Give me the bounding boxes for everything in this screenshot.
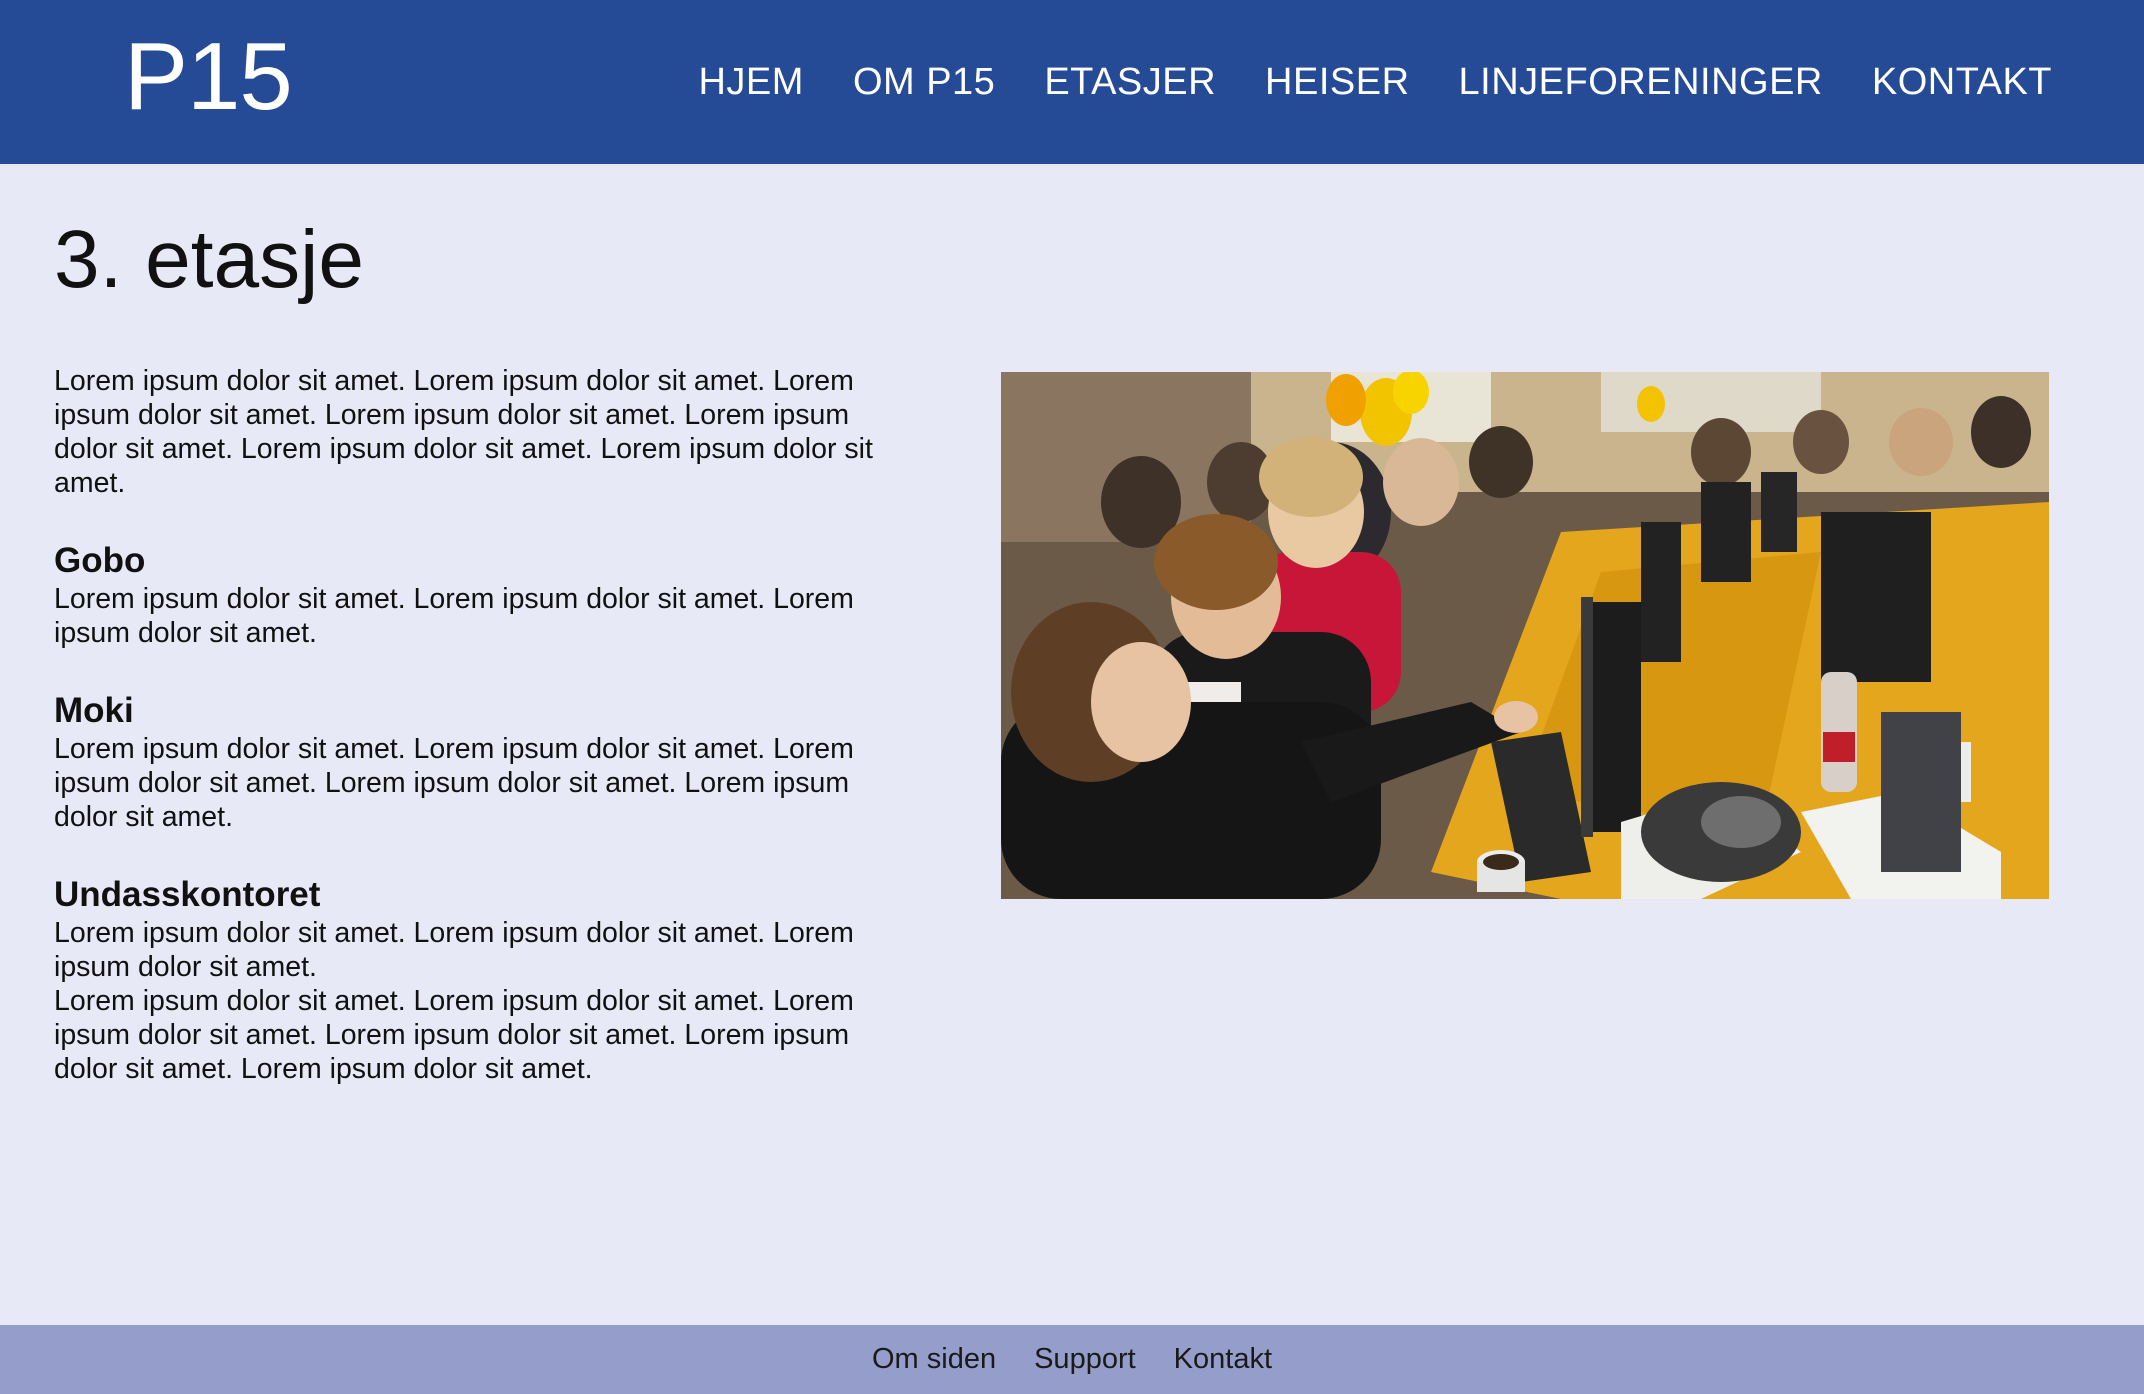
section-heading: Gobo [54, 541, 146, 580]
nav-link-kontakt[interactable]: KONTAKT [1872, 61, 2052, 104]
section-text-extra: Lorem ipsum dolor sit amet. Lorem ipsum … [54, 985, 854, 1085]
page-title: 3. etasje [54, 214, 364, 305]
footer-link-om-siden[interactable]: Om siden [872, 1343, 996, 1376]
section-gobo: Gobo Lorem ipsum dolor sit amet. Lorem i… [54, 540, 904, 650]
site-logo[interactable]: P15 [124, 22, 293, 132]
nav-link-om-p15[interactable]: OM P15 [853, 61, 995, 104]
footer-link-kontakt[interactable]: Kontakt [1174, 1343, 1272, 1376]
site-header: P15 HJEM OM P15 ETASJER HEISER LINJEFORE… [0, 0, 2144, 164]
site-footer: Om siden Support Kontakt [0, 1325, 2144, 1394]
floor-photo [1001, 372, 2049, 899]
nav-link-heiser[interactable]: HEISER [1265, 61, 1409, 104]
nav-link-hjem[interactable]: HJEM [698, 61, 803, 104]
nav-link-linjeforeninger[interactable]: LINJEFORENINGER [1459, 61, 1823, 104]
section-text: Lorem ipsum dolor sit amet. Lorem ipsum … [54, 733, 854, 833]
nav-link-etasjer[interactable]: ETASJER [1044, 61, 1216, 104]
main-nav: HJEM OM P15 ETASJER HEISER LINJEFORENING… [698, 0, 2052, 164]
section-text: Lorem ipsum dolor sit amet. Lorem ipsum … [54, 917, 854, 983]
intro-text: Lorem ipsum dolor sit amet. Lorem ipsum … [54, 365, 873, 499]
footer-link-support[interactable]: Support [1034, 1343, 1136, 1376]
section-heading: Moki [54, 691, 134, 730]
main-content: Lorem ipsum dolor sit amet. Lorem ipsum … [54, 364, 904, 1086]
section-undasskontoret: Undasskontoret Lorem ipsum dolor sit ame… [54, 874, 904, 1086]
section-moki: Moki Lorem ipsum dolor sit amet. Lorem i… [54, 690, 904, 834]
section-heading: Undasskontoret [54, 875, 321, 914]
section-text: Lorem ipsum dolor sit amet. Lorem ipsum … [54, 583, 854, 649]
